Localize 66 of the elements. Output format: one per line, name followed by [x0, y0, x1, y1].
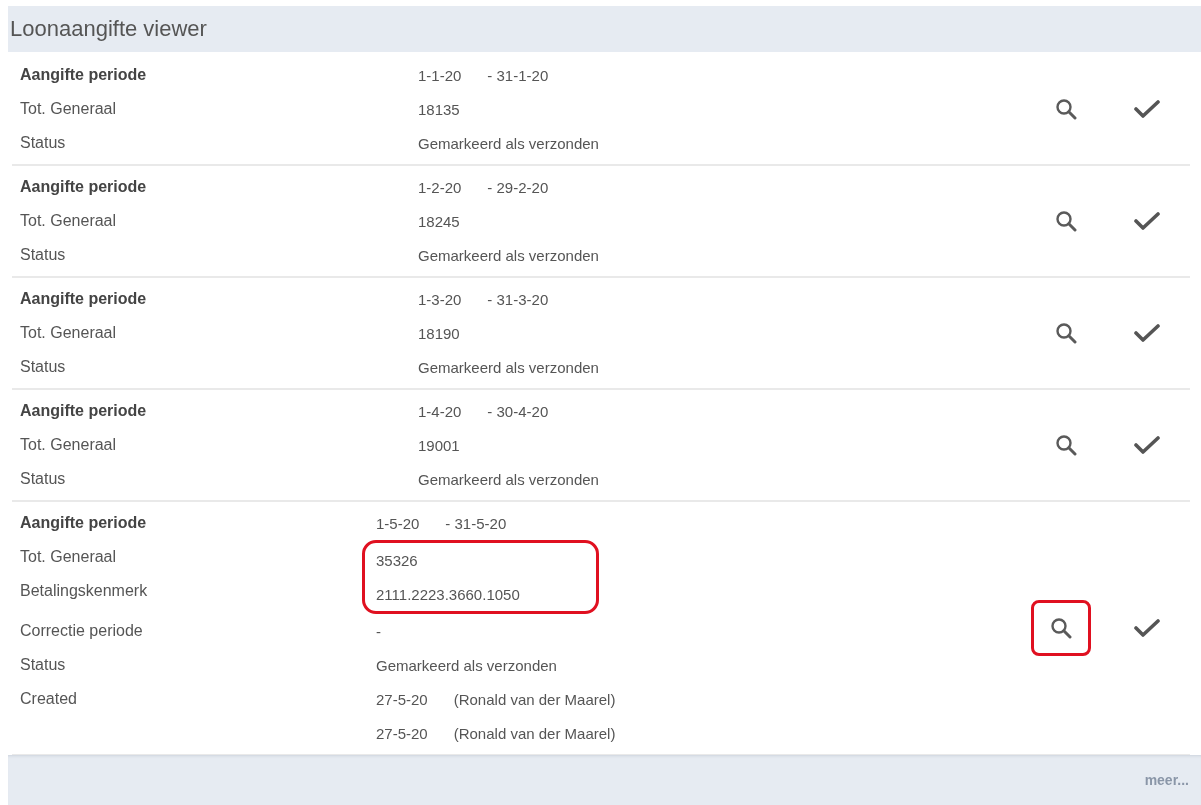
search-button[interactable]	[1055, 322, 1077, 344]
field-label: Status	[20, 655, 67, 675]
field-value: 1-4-20	[418, 402, 462, 420]
search-button[interactable]	[1055, 210, 1077, 232]
field-value: 18190	[418, 324, 460, 342]
approve-button[interactable]	[1134, 99, 1160, 119]
field-value: Gemarkeerd als verzonden	[418, 470, 599, 488]
more-link[interactable]: meer...	[1144, 772, 1189, 788]
field-label: Tot. Generaal	[20, 99, 118, 119]
window-title: Loonaangifte viewer	[10, 16, 207, 42]
field-label: Status	[20, 469, 67, 489]
search-icon	[1055, 210, 1077, 232]
approve-button[interactable]	[1134, 211, 1160, 231]
field-label: Aangifte periode	[20, 65, 148, 85]
field-value: 1-2-20	[418, 178, 462, 196]
field-label: Status	[20, 357, 67, 377]
field-value: - 29-2-20	[487, 178, 549, 196]
checkmark-icon	[1134, 435, 1160, 455]
field-value: -	[376, 622, 381, 640]
field-value: - 31-1-20	[487, 66, 549, 84]
search-icon	[1055, 322, 1077, 344]
field-label: Aangifte periode	[20, 177, 148, 197]
field-label: Tot. Generaal	[20, 547, 118, 567]
field-label: Correctie periode	[20, 621, 144, 641]
field-value: - 31-5-20	[445, 514, 507, 532]
field-value: 1-5-20	[376, 514, 420, 532]
field-label: Created	[20, 689, 78, 709]
field-value: Gemarkeerd als verzonden	[418, 246, 599, 264]
field-value: 19001	[418, 436, 460, 454]
search-icon	[1050, 617, 1072, 639]
field-value: 1-3-20	[418, 290, 462, 308]
field-value: 2111.2223.3660.1050	[376, 585, 520, 603]
search-icon	[1055, 98, 1077, 120]
field-value: 27-5-20	[376, 724, 428, 742]
search-button[interactable]	[1055, 434, 1077, 456]
field-label: Tot. Generaal	[20, 211, 118, 231]
field-value: 18245	[418, 212, 460, 230]
field-label: Betalingskenmerk	[20, 581, 149, 601]
field-value: 1-1-20	[418, 66, 462, 84]
field-value: Gemarkeerd als verzonden	[418, 358, 599, 376]
field-value: (Ronald van der Maarel)	[453, 690, 616, 708]
checkmark-icon	[1134, 323, 1160, 343]
field-label: Status	[20, 133, 67, 153]
checkmark-icon	[1134, 618, 1160, 638]
field-value: 18135	[418, 100, 460, 118]
field-value: 35326	[376, 551, 418, 569]
checkmark-icon	[1134, 99, 1160, 119]
field-value: 27-5-20	[376, 690, 428, 708]
field-label: Tot. Generaal	[20, 323, 118, 343]
approve-button[interactable]	[1134, 435, 1160, 455]
field-label: Tot. Generaal	[20, 435, 118, 455]
field-value: (Ronald van der Maarel)	[453, 724, 616, 742]
field-value: - 30-4-20	[487, 402, 549, 420]
approve-button[interactable]	[1134, 618, 1160, 638]
field-label: Aangifte periode	[20, 401, 148, 421]
field-label: Status	[20, 245, 67, 265]
field-label: Aangifte periode	[20, 513, 148, 533]
field-value: Gemarkeerd als verzonden	[418, 134, 599, 152]
approve-button[interactable]	[1134, 323, 1160, 343]
search-icon	[1055, 434, 1077, 456]
checkmark-icon	[1134, 211, 1160, 231]
field-value: - 31-3-20	[487, 290, 549, 308]
field-label: Aangifte periode	[20, 289, 148, 309]
search-button[interactable]	[1031, 600, 1091, 656]
search-button[interactable]	[1055, 98, 1077, 120]
field-value: Gemarkeerd als verzonden	[376, 656, 557, 674]
